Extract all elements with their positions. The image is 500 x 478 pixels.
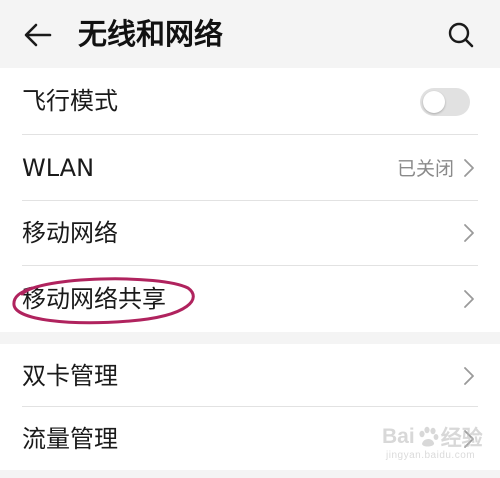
bottom-spacer (0, 470, 500, 478)
app-header: 无线和网络 (0, 0, 500, 68)
settings-row-mobile-network[interactable]: 移动网络 (0, 201, 500, 266)
wlan-status: 已关闭 (396, 158, 454, 180)
chevron-right-icon (464, 367, 474, 385)
arrow-left-icon (24, 23, 52, 47)
row-label: WLAN (22, 154, 95, 182)
settings-row-wlan[interactable]: WLAN 已关闭 (0, 135, 500, 201)
chevron-right-icon (464, 159, 474, 177)
row-label: 飞行模式 (22, 87, 118, 115)
row-label: 移动网络共享 (22, 285, 166, 313)
row-label: 流量管理 (22, 425, 118, 453)
chevron-right-icon (464, 224, 474, 242)
settings-row-dual-sim[interactable]: 双卡管理 (0, 344, 500, 407)
airplane-mode-toggle[interactable] (420, 88, 470, 116)
page-title: 无线和网络 (78, 17, 224, 51)
search-icon (448, 22, 474, 48)
settings-row-airplane-mode[interactable]: 飞行模式 (0, 68, 500, 135)
toggle-knob (423, 91, 445, 113)
settings-row-data-usage[interactable]: 流量管理 (0, 407, 500, 470)
chevron-right-icon (464, 290, 474, 308)
row-label: 移动网络 (22, 219, 118, 247)
search-button[interactable] (442, 16, 480, 54)
settings-row-tethering[interactable]: 移动网络共享 (0, 266, 500, 332)
back-button[interactable] (18, 18, 58, 52)
settings-group-sim: 双卡管理 流量管理 (0, 344, 500, 470)
chevron-right-icon (464, 430, 474, 448)
settings-group-network: 飞行模式 WLAN 已关闭 移动网络 移动网络共享 (0, 68, 500, 332)
row-label: 双卡管理 (22, 362, 118, 390)
